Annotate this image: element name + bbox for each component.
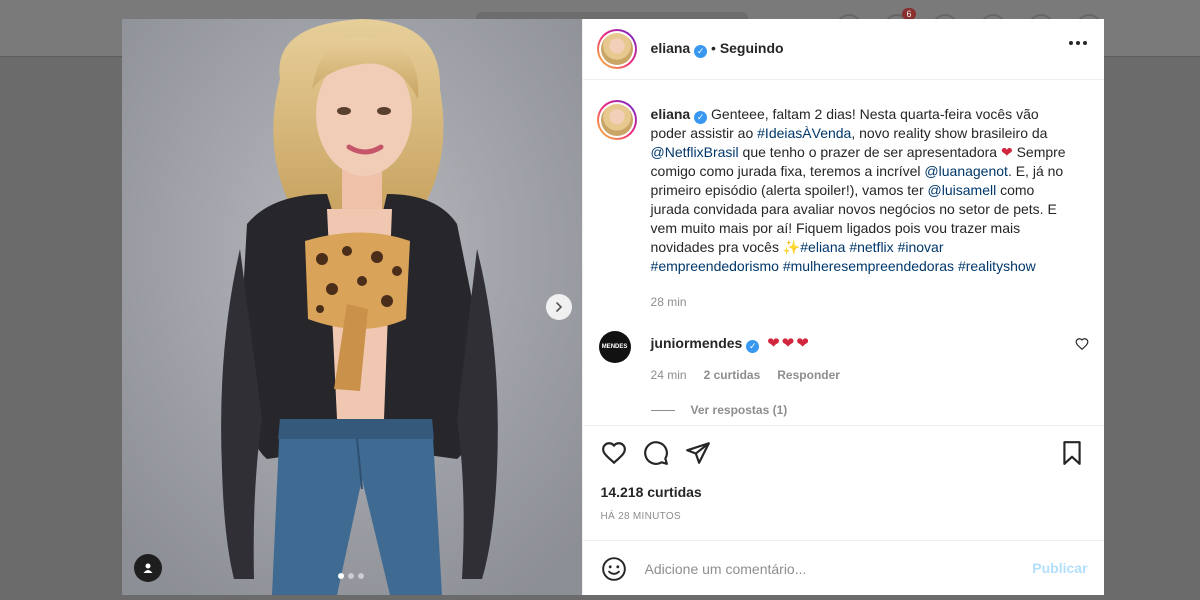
post-timestamp: HÁ 28 MINUTOS — [600, 511, 681, 522]
caption-link[interactable]: @NetflixBrasil — [651, 144, 739, 160]
carousel-indicator — [338, 573, 364, 579]
comment-body: ❤❤❤ — [767, 335, 811, 352]
more-icon[interactable] — [1068, 41, 1087, 45]
author-avatar[interactable] — [596, 29, 637, 69]
caption-link[interactable]: #inovar — [898, 239, 944, 255]
commenter-avatar[interactable]: MENDES — [598, 331, 631, 363]
caption-link[interactable]: #realityshow — [958, 258, 1036, 274]
user-tag-icon — [143, 563, 153, 573]
post-side-panel: eliana ✓ • Seguindo eliana ✓ Genteee, fa… — [581, 19, 1104, 595]
caption-time: 28 min — [650, 295, 687, 309]
caption-link[interactable]: @luisamell — [928, 182, 997, 198]
comment-meta: 24 min 2 curtidas Responder — [651, 368, 840, 382]
comment-time: 24 min — [650, 368, 687, 382]
author-username[interactable]: eliana — [651, 40, 691, 56]
verified-icon: ✓ — [694, 111, 708, 124]
caption-text: Genteee, faltam 2 dias! Nesta quarta-fei… — [651, 106, 1066, 274]
caption-link[interactable]: #eliana — [800, 239, 845, 255]
carousel-dot-active — [338, 573, 344, 579]
comment-input[interactable] — [642, 557, 1027, 581]
comment-heart-icon[interactable] — [1075, 337, 1089, 356]
separator: • — [711, 40, 716, 56]
caption-link[interactable]: #mulheresempreendedoras — [783, 258, 954, 274]
emoji-icon[interactable] — [601, 556, 627, 587]
chevron-right-icon — [556, 302, 563, 312]
carousel-dot — [348, 573, 354, 579]
comment-composer: Publicar — [582, 540, 1104, 595]
verified-icon: ✓ — [694, 45, 708, 58]
caption-username[interactable]: eliana — [651, 106, 691, 122]
caption-segment: que tenho o prazer de ser apresentadora — [738, 144, 1001, 160]
caption-link[interactable]: #IdeiasÀVenda — [757, 125, 851, 141]
caption-segment: , novo reality show brasileiro da — [851, 125, 1048, 141]
post-modal: eliana ✓ • Seguindo eliana ✓ Genteee, fa… — [122, 19, 1104, 595]
reply-button[interactable]: Responder — [777, 368, 840, 382]
verified-icon: ✓ — [746, 340, 760, 353]
caption-link[interactable]: #empreendedorismo — [651, 258, 779, 274]
share-icon[interactable] — [685, 440, 711, 466]
comment-icon[interactable] — [643, 440, 669, 466]
caption-author-avatar[interactable] — [596, 100, 637, 140]
heart-icon[interactable] — [601, 440, 627, 466]
publish-button[interactable]: Publicar — [1032, 560, 1087, 576]
bookmark-icon[interactable] — [1059, 440, 1085, 466]
view-replies-button[interactable]: Ver respostas (1) — [650, 403, 788, 417]
heart-emoji: ❤ — [1000, 144, 1013, 160]
caption-link[interactable]: #netflix — [849, 239, 893, 255]
tagged-users-button[interactable] — [134, 554, 162, 582]
follow-status-button[interactable]: Seguindo — [720, 40, 784, 56]
next-photo-button[interactable] — [546, 294, 572, 320]
carousel-dot — [358, 573, 364, 579]
comment-text: juniormendes ✓ ❤❤❤ — [651, 334, 811, 353]
action-bar — [582, 425, 1104, 465]
replies-divider — [650, 409, 675, 411]
post-header: eliana ✓ • Seguindo — [582, 19, 1104, 80]
post-likes-count[interactable]: 14.218 curtidas — [601, 484, 702, 500]
caption-link[interactable]: @luanagenot — [924, 163, 1008, 179]
post-caption: eliana ✓ Genteee, faltam 2 dias! Nesta q… — [651, 105, 1071, 312]
commenter-username[interactable]: juniormendes — [651, 335, 743, 351]
comment-likes[interactable]: 2 curtidas — [704, 368, 761, 382]
author-line: eliana ✓ • Seguindo — [651, 40, 784, 58]
post-photo — [122, 19, 582, 595]
post-media[interactable] — [122, 19, 582, 595]
view-replies-label: Ver respostas (1) — [690, 403, 788, 417]
